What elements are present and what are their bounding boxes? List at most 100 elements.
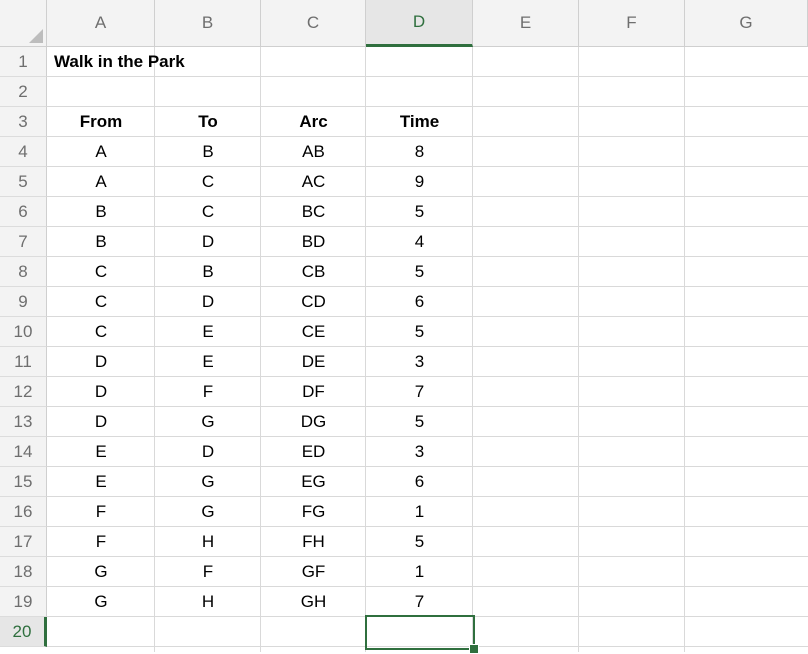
- cell-a1-title[interactable]: Walk in the Park: [47, 47, 347, 77]
- cell-from[interactable]: A: [47, 137, 155, 167]
- row-header-9[interactable]: 9: [0, 287, 47, 317]
- row-header-8[interactable]: 8: [0, 257, 47, 287]
- column-header-a[interactable]: A: [47, 0, 155, 47]
- row-header-12[interactable]: 12: [0, 377, 47, 407]
- cell-to[interactable]: E: [155, 317, 261, 347]
- row-header-17[interactable]: 17: [0, 527, 47, 557]
- cell-to[interactable]: F: [155, 557, 261, 587]
- cell-to[interactable]: E: [155, 347, 261, 377]
- row-header-20[interactable]: 20: [0, 617, 47, 647]
- selected-cell-d20[interactable]: [365, 615, 475, 650]
- cell-arc[interactable]: BC: [261, 197, 366, 227]
- cell-time[interactable]: 1: [366, 557, 473, 587]
- row-header-4[interactable]: 4: [0, 137, 47, 167]
- header-from[interactable]: From: [47, 107, 155, 137]
- column-header-d[interactable]: D: [366, 0, 473, 47]
- cell-to[interactable]: D: [155, 437, 261, 467]
- cell-time[interactable]: 8: [366, 137, 473, 167]
- cell-time[interactable]: 5: [366, 197, 473, 227]
- cell-time[interactable]: 7: [366, 377, 473, 407]
- header-time[interactable]: Time: [366, 107, 473, 137]
- cell-arc[interactable]: FH: [261, 527, 366, 557]
- cell-from[interactable]: C: [47, 257, 155, 287]
- column-header-f[interactable]: F: [579, 0, 685, 47]
- cell-to[interactable]: H: [155, 587, 261, 617]
- cell-to[interactable]: G: [155, 497, 261, 527]
- column-header-g[interactable]: G: [685, 0, 808, 47]
- row-header-5[interactable]: 5: [0, 167, 47, 197]
- cell-to[interactable]: B: [155, 137, 261, 167]
- row-header-7[interactable]: 7: [0, 227, 47, 257]
- cell-from[interactable]: A: [47, 167, 155, 197]
- cell-to[interactable]: H: [155, 527, 261, 557]
- header-arc[interactable]: Arc: [261, 107, 366, 137]
- row-header-6[interactable]: 6: [0, 197, 47, 227]
- row-header-15[interactable]: 15: [0, 467, 47, 497]
- cell-time[interactable]: 1: [366, 497, 473, 527]
- cell-to[interactable]: C: [155, 197, 261, 227]
- column-header-b[interactable]: B: [155, 0, 261, 47]
- cell-from[interactable]: G: [47, 557, 155, 587]
- cell-to[interactable]: G: [155, 407, 261, 437]
- select-all-corner[interactable]: [0, 0, 47, 47]
- cell-from[interactable]: D: [47, 347, 155, 377]
- cell-arc[interactable]: CE: [261, 317, 366, 347]
- cell-time[interactable]: 9: [366, 167, 473, 197]
- cell-from[interactable]: B: [47, 227, 155, 257]
- cell-time[interactable]: 3: [366, 437, 473, 467]
- cell-arc[interactable]: GH: [261, 587, 366, 617]
- cell-from[interactable]: E: [47, 437, 155, 467]
- cell-arc[interactable]: DE: [261, 347, 366, 377]
- cell-time[interactable]: 5: [366, 257, 473, 287]
- cell-arc[interactable]: AC: [261, 167, 366, 197]
- cell-from[interactable]: F: [47, 527, 155, 557]
- row-header-14[interactable]: 14: [0, 437, 47, 467]
- row-header-2[interactable]: 2: [0, 77, 47, 107]
- cell-arc[interactable]: AB: [261, 137, 366, 167]
- cell-from[interactable]: G: [47, 587, 155, 617]
- cell-to[interactable]: G: [155, 467, 261, 497]
- cell-arc[interactable]: ED: [261, 437, 366, 467]
- row-header-19[interactable]: 19: [0, 587, 47, 617]
- cell-arc[interactable]: EG: [261, 467, 366, 497]
- cell-time[interactable]: 4: [366, 227, 473, 257]
- cell-from[interactable]: C: [47, 317, 155, 347]
- cell-arc[interactable]: FG: [261, 497, 366, 527]
- cell-arc[interactable]: DF: [261, 377, 366, 407]
- cell-time[interactable]: 3: [366, 347, 473, 377]
- cell-arc[interactable]: BD: [261, 227, 366, 257]
- cell-time[interactable]: 5: [366, 317, 473, 347]
- cell-time[interactable]: 6: [366, 287, 473, 317]
- cell-from[interactable]: C: [47, 287, 155, 317]
- cell-arc[interactable]: DG: [261, 407, 366, 437]
- cell-to[interactable]: B: [155, 257, 261, 287]
- cell-arc[interactable]: CB: [261, 257, 366, 287]
- cell-arc[interactable]: CD: [261, 287, 366, 317]
- column-header-e[interactable]: E: [473, 0, 579, 47]
- cell-time[interactable]: 7: [366, 587, 473, 617]
- row-header-1[interactable]: 1: [0, 47, 47, 77]
- column-header-c[interactable]: C: [261, 0, 366, 47]
- cell-to[interactable]: D: [155, 227, 261, 257]
- row-header-10[interactable]: 10: [0, 317, 47, 347]
- cell-from[interactable]: B: [47, 197, 155, 227]
- row-header-18[interactable]: 18: [0, 557, 47, 587]
- row-header-3[interactable]: 3: [0, 107, 47, 137]
- cell-from[interactable]: D: [47, 377, 155, 407]
- cell-time[interactable]: 5: [366, 407, 473, 437]
- spreadsheet-grid[interactable]: A B C D E F G 1 2 3 4 5 6 7 8 9 10 11 12 13 14 15 16 17 18 19 20 Wa…: [0, 0, 808, 654]
- header-to[interactable]: To: [155, 107, 261, 137]
- row-header-16[interactable]: 16: [0, 497, 47, 527]
- cell-to[interactable]: D: [155, 287, 261, 317]
- fill-handle[interactable]: [469, 644, 479, 654]
- cell-arc[interactable]: GF: [261, 557, 366, 587]
- cell-time[interactable]: 5: [366, 527, 473, 557]
- row-header-11[interactable]: 11: [0, 347, 47, 377]
- cell-from[interactable]: D: [47, 407, 155, 437]
- cell-time[interactable]: 6: [366, 467, 473, 497]
- cell-to[interactable]: C: [155, 167, 261, 197]
- cell-from[interactable]: E: [47, 467, 155, 497]
- row-header-13[interactable]: 13: [0, 407, 47, 437]
- cell-to[interactable]: F: [155, 377, 261, 407]
- cell-from[interactable]: F: [47, 497, 155, 527]
